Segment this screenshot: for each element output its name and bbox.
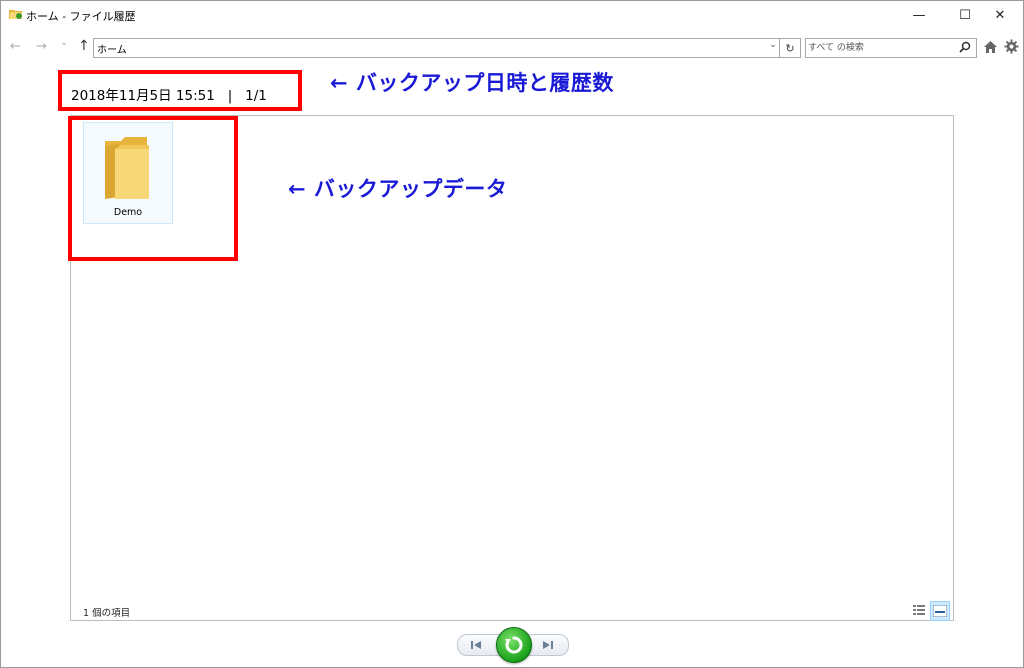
restore-button[interactable]	[496, 627, 532, 663]
title-bar: ホーム - ファイル履歴 — ☐ ✕	[1, 1, 1023, 29]
back-button[interactable]: ←	[10, 39, 21, 54]
restore-icon	[505, 636, 523, 654]
recent-locations-button[interactable]: ⌄	[60, 37, 68, 48]
address-bar[interactable]: ホーム ⌄ ↻	[93, 38, 801, 58]
search-icon[interactable]	[959, 41, 971, 53]
close-icon: ✕	[994, 7, 1006, 23]
window-title: ホーム - ファイル履歴	[26, 10, 136, 23]
close-button[interactable]: ✕	[977, 2, 1023, 28]
home-icon[interactable]	[983, 40, 998, 54]
annotation-backup-data: ← バックアップデータ	[288, 177, 508, 201]
refresh-button[interactable]: ↻	[779, 39, 800, 57]
annotation-backup-info: ← バックアップ日時と履歴数	[330, 71, 614, 95]
large-icons-view-icon	[933, 605, 947, 617]
details-view-icon[interactable]	[912, 603, 926, 617]
large-icons-view-button[interactable]	[930, 601, 950, 621]
address-dropdown-icon[interactable]: ⌄	[766, 40, 780, 50]
annotation-box-backup-info	[58, 70, 302, 111]
forward-button[interactable]: →	[36, 39, 47, 54]
minimize-button[interactable]: —	[896, 2, 942, 28]
minimize-icon: —	[912, 7, 926, 23]
next-version-icon[interactable]	[538, 638, 558, 652]
address-text: ホーム	[97, 45, 127, 56]
previous-version-icon[interactable]	[466, 638, 486, 652]
gear-icon[interactable]	[1004, 39, 1019, 54]
status-item-count: 1 個の項目	[83, 608, 131, 619]
search-box[interactable]	[805, 38, 977, 58]
search-input[interactable]	[808, 40, 953, 55]
up-button[interactable]: ↑	[78, 38, 90, 54]
file-history-app-icon	[9, 10, 22, 19]
maximize-icon: ☐	[959, 7, 971, 23]
annotation-box-backup-data	[68, 116, 238, 261]
